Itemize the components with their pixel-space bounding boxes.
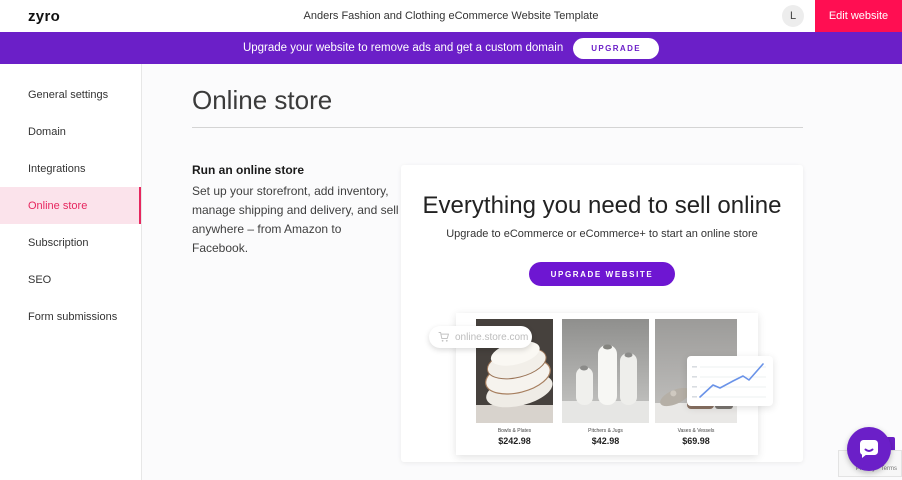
- product-name: Bowls & Plates: [476, 428, 553, 434]
- upsell-heading: Everything you need to sell online: [401, 192, 803, 220]
- user-avatar[interactable]: L: [782, 5, 804, 27]
- sidebar-item-online-store[interactable]: Online store: [0, 187, 141, 224]
- product-price: $69.98: [655, 436, 737, 446]
- website-template-title: Anders Fashion and Clothing eCommerce We…: [0, 10, 902, 22]
- run-online-store-heading: Run an online store: [192, 163, 304, 177]
- ecommerce-upsell-card: Everything you need to sell online Upgra…: [401, 165, 803, 462]
- sidebar-item-general-settings[interactable]: General settings: [0, 76, 141, 113]
- edit-website-button[interactable]: Edit website: [815, 0, 902, 32]
- upsell-subheading: Upgrade to eCommerce or eCommerce+ to st…: [401, 228, 803, 240]
- store-url-pill: online.store.com: [429, 326, 532, 348]
- sidebar-item-form-submissions[interactable]: Form submissions: [0, 298, 141, 335]
- shopping-cart-icon: [438, 331, 450, 343]
- product-name: Vases & Vessels: [655, 428, 737, 434]
- banner-upgrade-button[interactable]: UPGRADE: [573, 38, 659, 59]
- sidebar-item-integrations[interactable]: Integrations: [0, 150, 141, 187]
- top-bar: zyro Anders Fashion and Clothing eCommer…: [0, 0, 902, 32]
- sales-chart-card: [687, 356, 773, 406]
- title-divider: [192, 127, 803, 128]
- product-image-pitchers-and-jugs: [562, 319, 649, 423]
- product-price: $242.98: [476, 436, 553, 446]
- chat-bubble-icon: [856, 436, 882, 462]
- sidebar-item-seo[interactable]: SEO: [0, 261, 141, 298]
- product-name: Pitchers & Jugs: [562, 428, 649, 434]
- store-url-text: online.store.com: [455, 332, 528, 343]
- page-title: Online store: [192, 85, 332, 116]
- settings-sidebar: General settings Domain Integrations Onl…: [0, 64, 142, 480]
- live-chat-button[interactable]: [847, 427, 891, 471]
- upgrade-banner: Upgrade your website to remove ads and g…: [0, 32, 902, 64]
- upgrade-banner-message: Upgrade your website to remove ads and g…: [243, 42, 563, 54]
- sidebar-item-domain[interactable]: Domain: [0, 113, 141, 150]
- product-price: $42.98: [562, 436, 649, 446]
- line-chart-illustration: [687, 356, 773, 406]
- upgrade-website-button[interactable]: UPGRADE WEBSITE: [529, 262, 676, 286]
- run-online-store-description: Set up your storefront, add inventory, m…: [192, 182, 400, 258]
- app-window: zyro Anders Fashion and Clothing eCommer…: [0, 0, 902, 480]
- sidebar-item-subscription[interactable]: Subscription: [0, 224, 141, 261]
- product-card-pitchers: Pitchers & Jugs $42.98: [562, 319, 649, 446]
